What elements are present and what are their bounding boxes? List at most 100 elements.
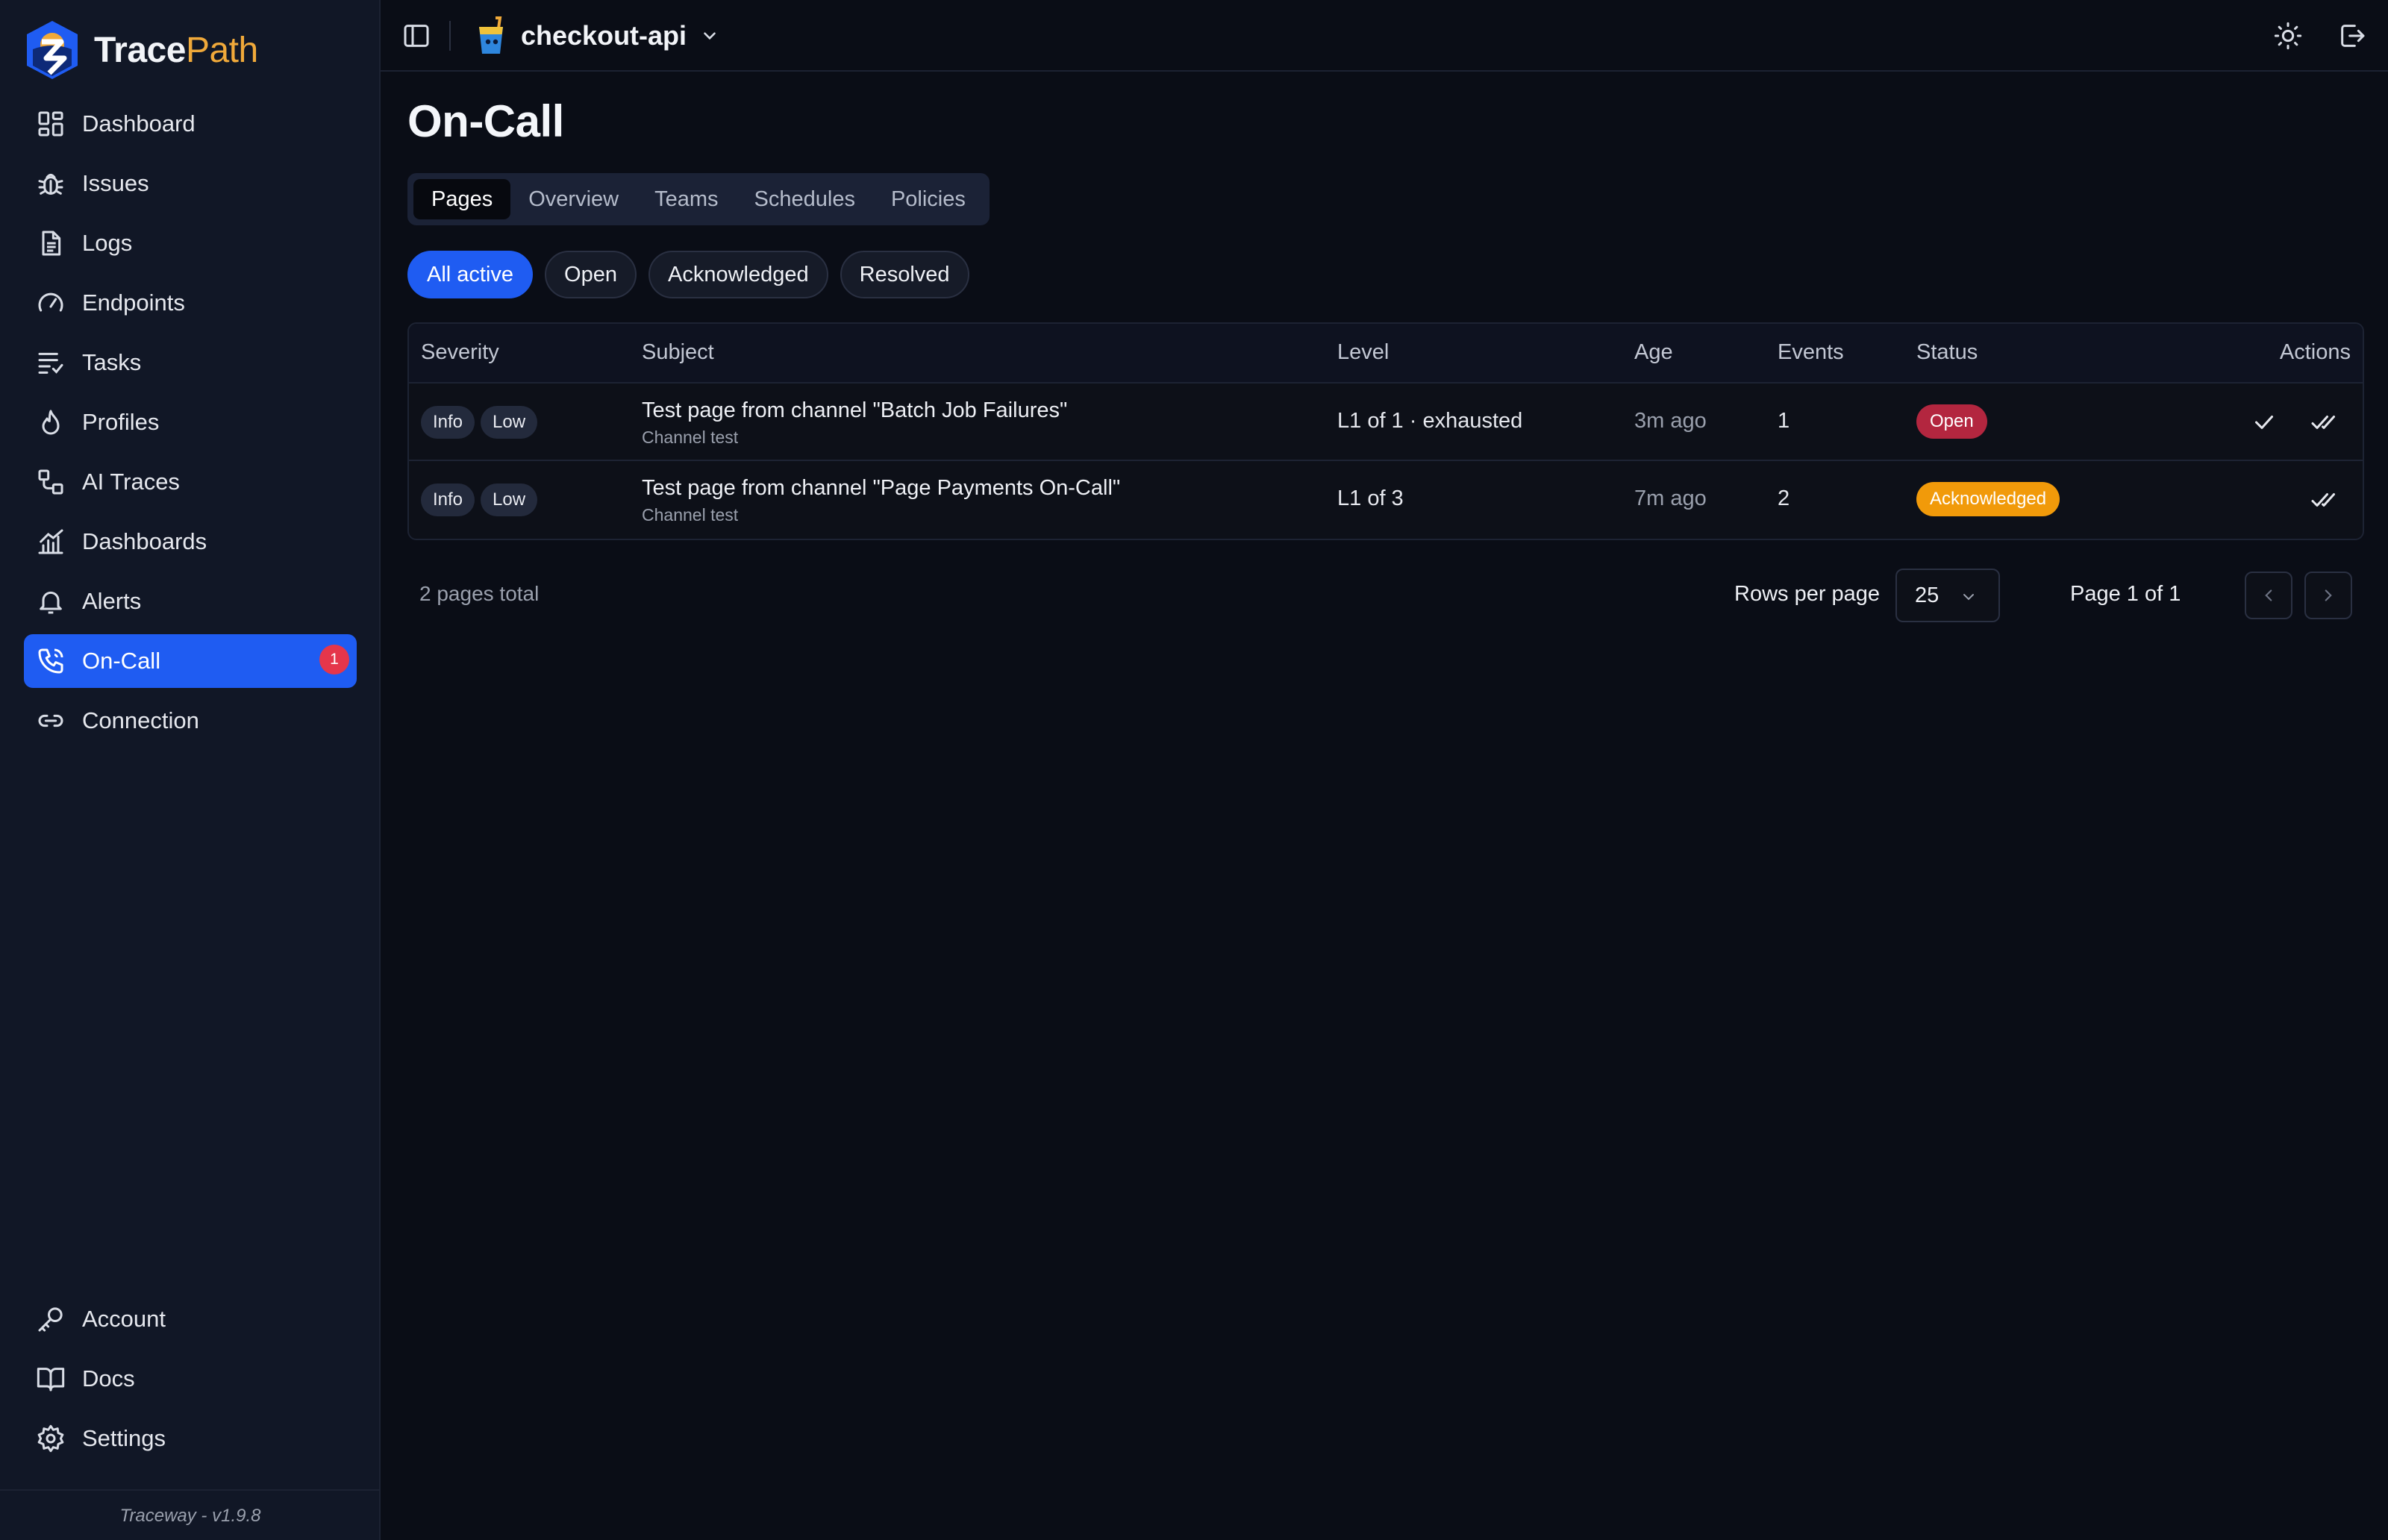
- flame-icon: [42, 410, 60, 435]
- sidebar-item-alerts[interactable]: Alerts: [24, 575, 357, 628]
- bug-icon: [38, 173, 63, 195]
- layout-grid-icon: [38, 111, 63, 137]
- pagination: 2 pages total Rows per page 25 Page 1 of…: [407, 569, 2364, 622]
- app-version: Traceway - v1.9.8: [119, 1506, 261, 1526]
- sidebar-divider: [0, 1489, 381, 1491]
- brand-name: TracePath: [94, 30, 258, 71]
- pages-table: Severity Subject Level Age Events Status…: [407, 322, 2364, 540]
- sidebar-item-label: Profiles: [82, 409, 160, 435]
- acknowledge-check-icon[interactable]: [2251, 409, 2278, 436]
- sidebar-bottom-nav: Account Docs Settings: [24, 1292, 357, 1471]
- priority-badge: Low: [481, 483, 538, 516]
- column-header-severity[interactable]: Severity: [421, 340, 499, 365]
- sidebar-item-dashboard[interactable]: Dashboard: [24, 97, 357, 151]
- project-name: checkout-api: [521, 20, 687, 51]
- project-cup-icon: [479, 16, 503, 54]
- rows-per-page-select[interactable]: 25: [1895, 569, 2000, 622]
- resolve-double-check-icon[interactable]: [2310, 486, 2337, 513]
- sidebar-item-endpoints[interactable]: Endpoints: [24, 276, 357, 330]
- age-cell: 7m ago: [1634, 486, 1707, 510]
- filter-open[interactable]: Open: [545, 251, 637, 298]
- gauge-icon: [38, 292, 63, 312]
- phone-icon: [38, 648, 63, 674]
- table-row[interactable]: Info Low Test page from channel "Page Pay…: [409, 461, 2363, 539]
- sidebar-item-profiles[interactable]: Profiles: [24, 395, 357, 449]
- sidebar-item-label: On-Call: [82, 648, 161, 674]
- filter-acknowledged[interactable]: Acknowledged: [648, 251, 828, 298]
- sidebar: TracePath Dashboard Issues Logs Endpoint…: [0, 0, 381, 1540]
- column-header-subject[interactable]: Subject: [642, 340, 714, 365]
- sidebar-item-docs[interactable]: Docs: [24, 1352, 357, 1406]
- next-page-button[interactable]: [2304, 572, 2352, 619]
- sidebar-item-label: Dashboards: [82, 528, 207, 554]
- table-row[interactable]: Info Low Test page from channel "Batch Jo…: [409, 384, 2363, 461]
- sidebar-item-label: Logs: [82, 230, 133, 256]
- resolve-double-check-icon[interactable]: [2310, 409, 2337, 436]
- column-header-actions: Actions: [2279, 340, 2351, 364]
- chart-icon: [38, 529, 63, 554]
- sidebar-item-label: Dashboard: [82, 110, 196, 137]
- on-call-count-badge: 1: [319, 645, 349, 674]
- sidebar-item-connection[interactable]: Connection: [24, 694, 357, 748]
- sidebar-item-on-call[interactable]: On-Call 1: [24, 634, 357, 688]
- page-title: On-Call: [407, 96, 564, 146]
- sidebar-item-label: Settings: [82, 1425, 166, 1451]
- project-switcher[interactable]: checkout-api: [475, 15, 719, 57]
- sidebar-nav: Dashboard Issues Logs Endpoints Tasks Pr…: [24, 97, 357, 754]
- tab-teams[interactable]: Teams: [637, 179, 736, 219]
- rows-per-page-value: 25: [1915, 583, 1940, 607]
- page-indicator: Page 1 of 1: [2070, 582, 2181, 606]
- rows-per-page-label: Rows per page: [1734, 582, 1881, 606]
- link-icon: [38, 714, 63, 727]
- page-subject: Test page from channel "Page Payments On…: [642, 476, 1121, 500]
- table-header: Severity Subject Level Age Events Status…: [409, 324, 2363, 384]
- route-icon: [38, 469, 63, 495]
- bell-icon: [40, 591, 62, 614]
- events-cell: 1: [1778, 409, 1790, 433]
- column-header-level[interactable]: Level: [1337, 340, 1389, 365]
- sidebar-item-dashboards[interactable]: Dashboards: [24, 515, 357, 569]
- sidebar-item-ai-traces[interactable]: AI Traces: [24, 455, 357, 509]
- gear-icon: [37, 1424, 64, 1453]
- tracepath-logo-icon: [27, 21, 78, 79]
- age-cell: 3m ago: [1634, 409, 1707, 433]
- level-cell: L1 of 3: [1337, 486, 1404, 510]
- sidebar-item-label: Docs: [82, 1365, 135, 1392]
- subject-cell: Test page from channel "Page Payments On…: [642, 476, 1120, 525]
- level-cell: L1 of 1 · exhausted: [1337, 409, 1523, 433]
- sidebar-item-label: Tasks: [82, 349, 142, 375]
- sidebar-item-settings[interactable]: Settings: [24, 1412, 357, 1465]
- tab-bar: Pages Overview Teams Schedules Policies: [407, 173, 990, 225]
- sidebar-item-label: AI Traces: [82, 469, 180, 495]
- column-header-age[interactable]: Age: [1634, 340, 1673, 365]
- status-filters: All active Open Acknowledged Resolved: [407, 251, 981, 298]
- sidebar-item-label: Connection: [82, 707, 199, 733]
- sun-icon[interactable]: [2273, 21, 2303, 51]
- subject-cell: Test page from channel "Batch Job Failur…: [642, 398, 1067, 448]
- total-count: 2 pages total: [419, 582, 540, 605]
- tab-overview[interactable]: Overview: [510, 179, 637, 219]
- tab-policies[interactable]: Policies: [873, 179, 984, 219]
- sidebar-toggle-icon[interactable]: [401, 21, 431, 51]
- severity-cell: Info Low: [421, 406, 543, 439]
- app-root: TracePath Dashboard Issues Logs Endpoint…: [0, 0, 2388, 1540]
- tab-schedules[interactable]: Schedules: [737, 179, 873, 219]
- sidebar-item-logs[interactable]: Logs: [24, 216, 357, 270]
- key-icon: [38, 1307, 63, 1332]
- filter-all-active[interactable]: All active: [407, 251, 534, 298]
- brand[interactable]: TracePath: [24, 19, 258, 81]
- topbar-separator: [449, 21, 451, 51]
- sidebar-item-issues[interactable]: Issues: [24, 157, 357, 210]
- filter-resolved[interactable]: Resolved: [840, 251, 969, 298]
- status-badge: Acknowledged: [1916, 482, 2060, 516]
- tab-pages[interactable]: Pages: [413, 179, 511, 219]
- sidebar-item-account[interactable]: Account: [24, 1292, 357, 1346]
- previous-page-button[interactable]: [2245, 572, 2292, 619]
- column-header-status[interactable]: Status: [1916, 340, 1978, 365]
- status-badge: Open: [1916, 404, 1987, 439]
- chevron-left-icon: [2265, 589, 2272, 601]
- logout-icon[interactable]: [2337, 21, 2367, 51]
- sidebar-item-tasks[interactable]: Tasks: [24, 336, 357, 389]
- column-header-events[interactable]: Events: [1778, 340, 1844, 365]
- sidebar-item-label: Alerts: [82, 588, 142, 614]
